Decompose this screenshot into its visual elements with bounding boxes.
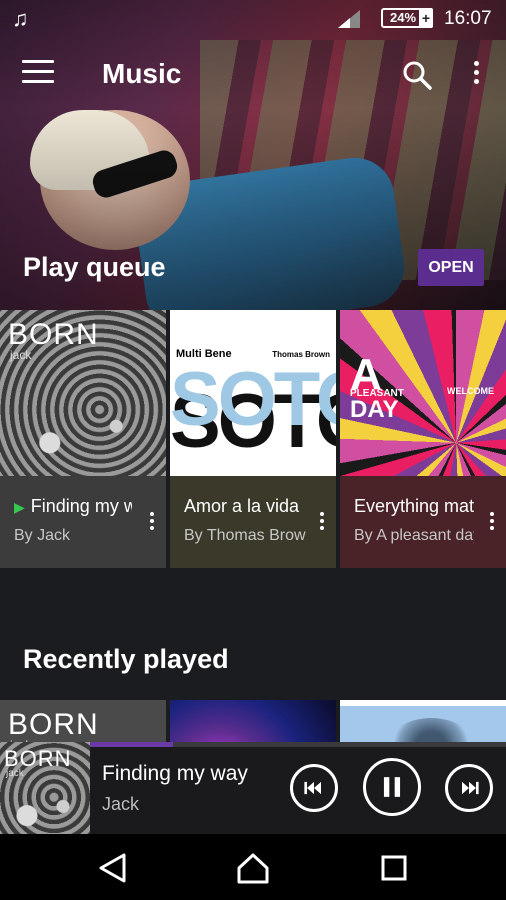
- back-icon[interactable]: [96, 852, 130, 884]
- more-vert-icon[interactable]: [148, 512, 156, 534]
- hamburger-menu-icon[interactable]: [22, 60, 54, 84]
- app-bar: Music: [0, 44, 506, 104]
- album-cover: A PLEASANT DAY WELCOME: [340, 310, 506, 476]
- search-icon[interactable]: [400, 58, 434, 92]
- now-playing-icon: ▶: [14, 499, 25, 515]
- cover-subtitle: jack: [6, 768, 24, 779]
- next-button[interactable]: [445, 764, 493, 812]
- app-title: Music: [102, 58, 182, 89]
- pause-button[interactable]: [363, 758, 421, 816]
- cover-title: BORN: [8, 318, 99, 351]
- charging-icon: +: [419, 8, 433, 28]
- cover-title: BORN: [8, 708, 99, 741]
- recent-apps-icon[interactable]: [377, 852, 411, 884]
- now-playing-cover[interactable]: BORN jack: [0, 742, 90, 834]
- song-title: Amor a la vida: [184, 496, 300, 516]
- queue-card[interactable]: A PLEASANT DAY WELCOME Everything matter…: [340, 310, 506, 568]
- skip-next-icon: [462, 781, 479, 795]
- system-nav-bar: [0, 834, 506, 900]
- song-artist: By A pleasant day: [354, 527, 474, 544]
- skip-previous-icon: [304, 781, 321, 795]
- now-playing-artist: Jack: [102, 794, 140, 814]
- music-note-icon: ♫: [12, 6, 29, 31]
- cover-subtitle: jack: [10, 348, 32, 362]
- queue-card[interactable]: BORN jack ▶ Finding my way By Jack: [0, 310, 166, 568]
- recently-played-heading: Recently played: [23, 644, 229, 674]
- more-vert-icon[interactable]: [488, 512, 496, 534]
- queue-card[interactable]: Multi Bene Thomas Brown SOTO Amor a la v…: [170, 310, 336, 568]
- card-title-row: ▶ Finding my way: [14, 496, 132, 517]
- card-info: ▶ Finding my way By Jack: [0, 476, 166, 568]
- pause-icon: [383, 777, 401, 797]
- more-vert-icon[interactable]: [466, 58, 486, 92]
- previous-button[interactable]: [290, 764, 338, 812]
- card-info: Amor a la vida By Thomas Brown: [170, 476, 336, 568]
- now-playing-title: Finding my way: [102, 762, 248, 785]
- cover-day: DAY: [350, 396, 399, 423]
- open-queue-button[interactable]: OPEN: [418, 249, 484, 286]
- playback-progress[interactable]: [90, 742, 506, 747]
- signal-icon: [338, 10, 360, 28]
- song-artist: By Thomas Brown: [184, 527, 306, 544]
- play-queue-heading: Play queue: [23, 252, 166, 282]
- play-queue-cards: BORN jack ▶ Finding my way By Jack Multi …: [0, 310, 506, 568]
- album-cover: Multi Bene Thomas Brown SOTO: [170, 310, 336, 476]
- clock: 16:07: [444, 8, 492, 29]
- song-artist: By Jack: [14, 527, 71, 544]
- song-title: Finding my way: [30, 496, 132, 516]
- home-icon[interactable]: [236, 852, 270, 884]
- progress-fill: [90, 742, 174, 747]
- song-title: Everything matters: [354, 496, 474, 516]
- card-info: Everything matters By A pleasant day: [340, 476, 506, 568]
- status-bar: ♫ 24% + 16:07: [0, 0, 506, 36]
- cover-tag: WELCOME: [447, 386, 494, 396]
- album-cover: BORN jack: [0, 310, 166, 476]
- more-vert-icon[interactable]: [318, 512, 326, 534]
- cover-title: SOTO: [170, 357, 336, 442]
- mini-player[interactable]: BORN jack Finding my way Jack: [0, 742, 506, 834]
